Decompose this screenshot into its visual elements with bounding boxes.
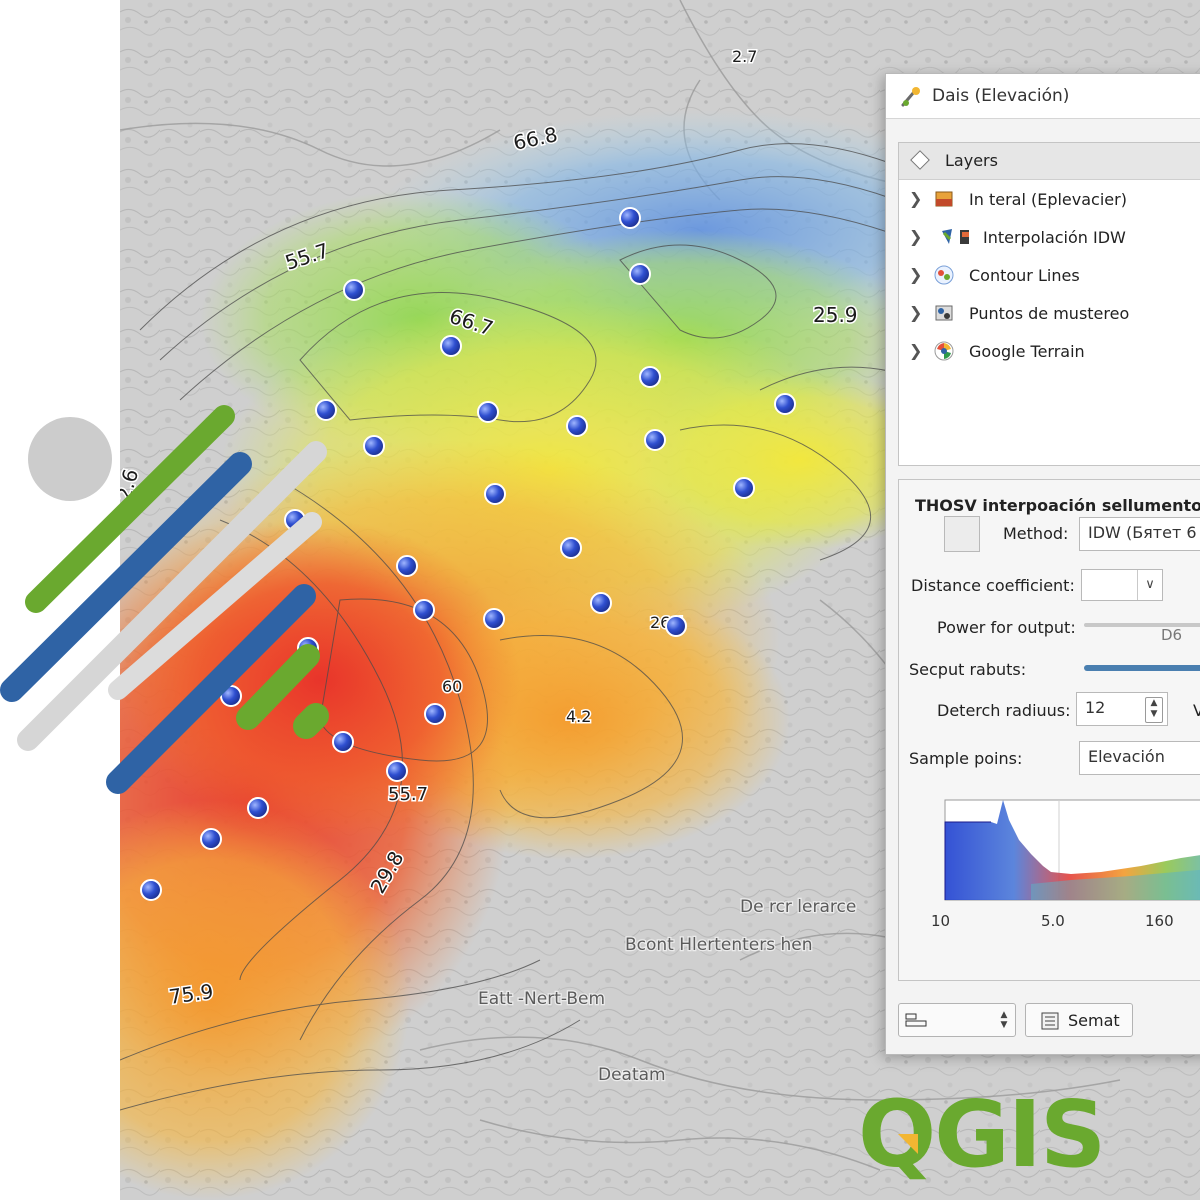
sample-point[interactable] — [590, 592, 612, 614]
chevron-right-icon[interactable]: ❯ — [909, 341, 922, 360]
sample-point[interactable] — [566, 415, 588, 437]
sample-point[interactable] — [386, 760, 408, 782]
layer-name: Google Terrain — [969, 342, 1085, 361]
layout-icon — [905, 1013, 927, 1027]
power-output-value: D6 — [1161, 626, 1183, 644]
qgis-logo: QGIS — [858, 1082, 1106, 1182]
sample-point[interactable] — [413, 599, 435, 621]
chevron-right-icon[interactable]: ❯ — [909, 227, 922, 246]
contour-label: 60 — [442, 677, 462, 696]
sample-point[interactable] — [140, 879, 162, 901]
power-output-label: Power for output: — [937, 618, 1076, 637]
search-radius-suffix: Va — [1193, 701, 1200, 720]
sample-point[interactable] — [644, 429, 666, 451]
spinner-icon[interactable]: ▲ ▼ — [997, 1010, 1011, 1030]
sample-point[interactable] — [343, 279, 365, 301]
sample-point[interactable] — [560, 537, 582, 559]
sample-point[interactable] — [200, 828, 222, 850]
sample-point[interactable] — [440, 335, 462, 357]
sample-point[interactable] — [484, 483, 506, 505]
decorative-stripes — [0, 405, 329, 794]
chevron-right-icon[interactable]: ❯ — [909, 303, 922, 322]
contour-label: 25.9 — [813, 303, 858, 327]
diamond-icon — [910, 150, 930, 170]
contour-label: 55.7 — [388, 784, 428, 805]
layer-item-interpolation[interactable]: ❯ Interpolación IDW — [899, 218, 1200, 256]
qgis-app-icon — [901, 87, 920, 107]
layers-panel-header: Layers — [899, 143, 1200, 180]
sample-point[interactable] — [619, 207, 641, 229]
sample-points-select[interactable]: Elevación — [1079, 741, 1200, 775]
layer-item-terrain[interactable]: ❯ Google Terrain — [899, 332, 1200, 370]
method-swatch[interactable] — [944, 516, 980, 552]
distance-coefficient-select[interactable]: ∨ — [1081, 569, 1163, 601]
layers-panel: Layers ❯ In teral (Eplevacier) ❯ Interpo… — [898, 142, 1200, 466]
points-icon — [935, 305, 953, 321]
search-radius-value: 12 — [1085, 698, 1106, 717]
search-radius-label: Deterch radiuus: — [937, 701, 1071, 720]
chevron-down-icon[interactable]: ∨ — [1137, 570, 1162, 600]
secput-label: Secput rabuts: — [909, 660, 1027, 679]
layer-item-contours[interactable]: ❯ Contour Lines — [899, 256, 1200, 294]
chevron-right-icon[interactable]: ❯ — [909, 189, 922, 208]
chevron-right-icon[interactable]: ❯ — [909, 265, 922, 284]
spinner-icon[interactable]: ▲ ▼ — [1145, 697, 1163, 723]
document-icon — [1041, 1012, 1059, 1030]
raster-layer-icon — [935, 191, 953, 207]
histogram-tick: 5.0 — [1041, 912, 1065, 930]
sample-point[interactable] — [629, 263, 651, 285]
histogram-tick: 10 — [931, 912, 950, 930]
sample-point[interactable] — [424, 703, 446, 725]
place-label: Deatam — [598, 1065, 666, 1085]
sample-point[interactable] — [396, 555, 418, 577]
contour-icon — [934, 265, 954, 285]
method-label: Method: — [1003, 524, 1069, 543]
sample-point[interactable] — [363, 435, 385, 457]
layer-name: In teral (Eplevacier) — [969, 190, 1127, 209]
method-select[interactable]: IDW (Бятет 6 D — [1079, 517, 1200, 551]
histogram-tick: 160 — [1145, 912, 1174, 930]
search-radius-spinbox[interactable]: 12 ▲ ▼ — [1076, 692, 1168, 726]
layers-panel-title: Layers — [945, 151, 998, 170]
sample-point[interactable] — [733, 477, 755, 499]
layer-item-raster[interactable]: ❯ In teral (Eplevacier) — [899, 180, 1200, 218]
decorative-circle — [28, 417, 112, 501]
power-output-slider[interactable] — [1084, 623, 1200, 627]
stripe — [293, 703, 329, 739]
window-titlebar[interactable]: Dais (Elevación) — [886, 74, 1200, 119]
qgis-dialog-window: Dais (Elevación) Layers ❯ In teral (Eple… — [885, 73, 1200, 1055]
sample-point[interactable] — [665, 615, 687, 637]
sample-points-label: Sample poins: — [909, 749, 1023, 768]
interpolation-panel-title: THOSV interpoación sellumento — [915, 496, 1200, 515]
tool-select-combo[interactable]: ▲ ▼ — [898, 1003, 1016, 1037]
contour-label: 4.2 — [566, 707, 591, 726]
sample-point[interactable] — [639, 366, 661, 388]
distance-coefficient-label: Distance coefficient: — [911, 576, 1075, 595]
place-label: Bcont Hlertenters hen — [625, 935, 813, 955]
place-label: De rcr lerarce — [740, 897, 856, 917]
terrain-icon — [934, 341, 954, 361]
stripe — [236, 644, 320, 730]
layer-name: Interpolación IDW — [983, 228, 1126, 247]
sample-point[interactable] — [477, 401, 499, 423]
sample-point[interactable] — [247, 797, 269, 819]
qgis-logo-text: QGIS — [858, 1082, 1104, 1182]
interpolation-panel: THOSV interpoación sellumento Method: ID… — [898, 479, 1200, 981]
interpolation-icon — [942, 229, 969, 244]
layer-name: Contour Lines — [969, 266, 1080, 285]
window-title: Dais (Elevación) — [932, 86, 1070, 106]
sample-point[interactable] — [774, 393, 796, 415]
contour-label: 2.7 — [732, 47, 757, 66]
layer-name: Puntos de mustereo — [969, 304, 1130, 323]
secput-progress-bar[interactable] — [1084, 665, 1200, 671]
place-label: Eatt -Nert-Bem — [478, 989, 605, 1009]
semat-button[interactable]: Semat — [1025, 1003, 1133, 1037]
semat-button-label: Semat — [1068, 1011, 1120, 1030]
elevation-histogram: 10 5.0 160 — [931, 799, 1200, 930]
sample-point[interactable] — [483, 608, 505, 630]
layer-item-points[interactable]: ❯ Puntos de mustereo — [899, 294, 1200, 332]
